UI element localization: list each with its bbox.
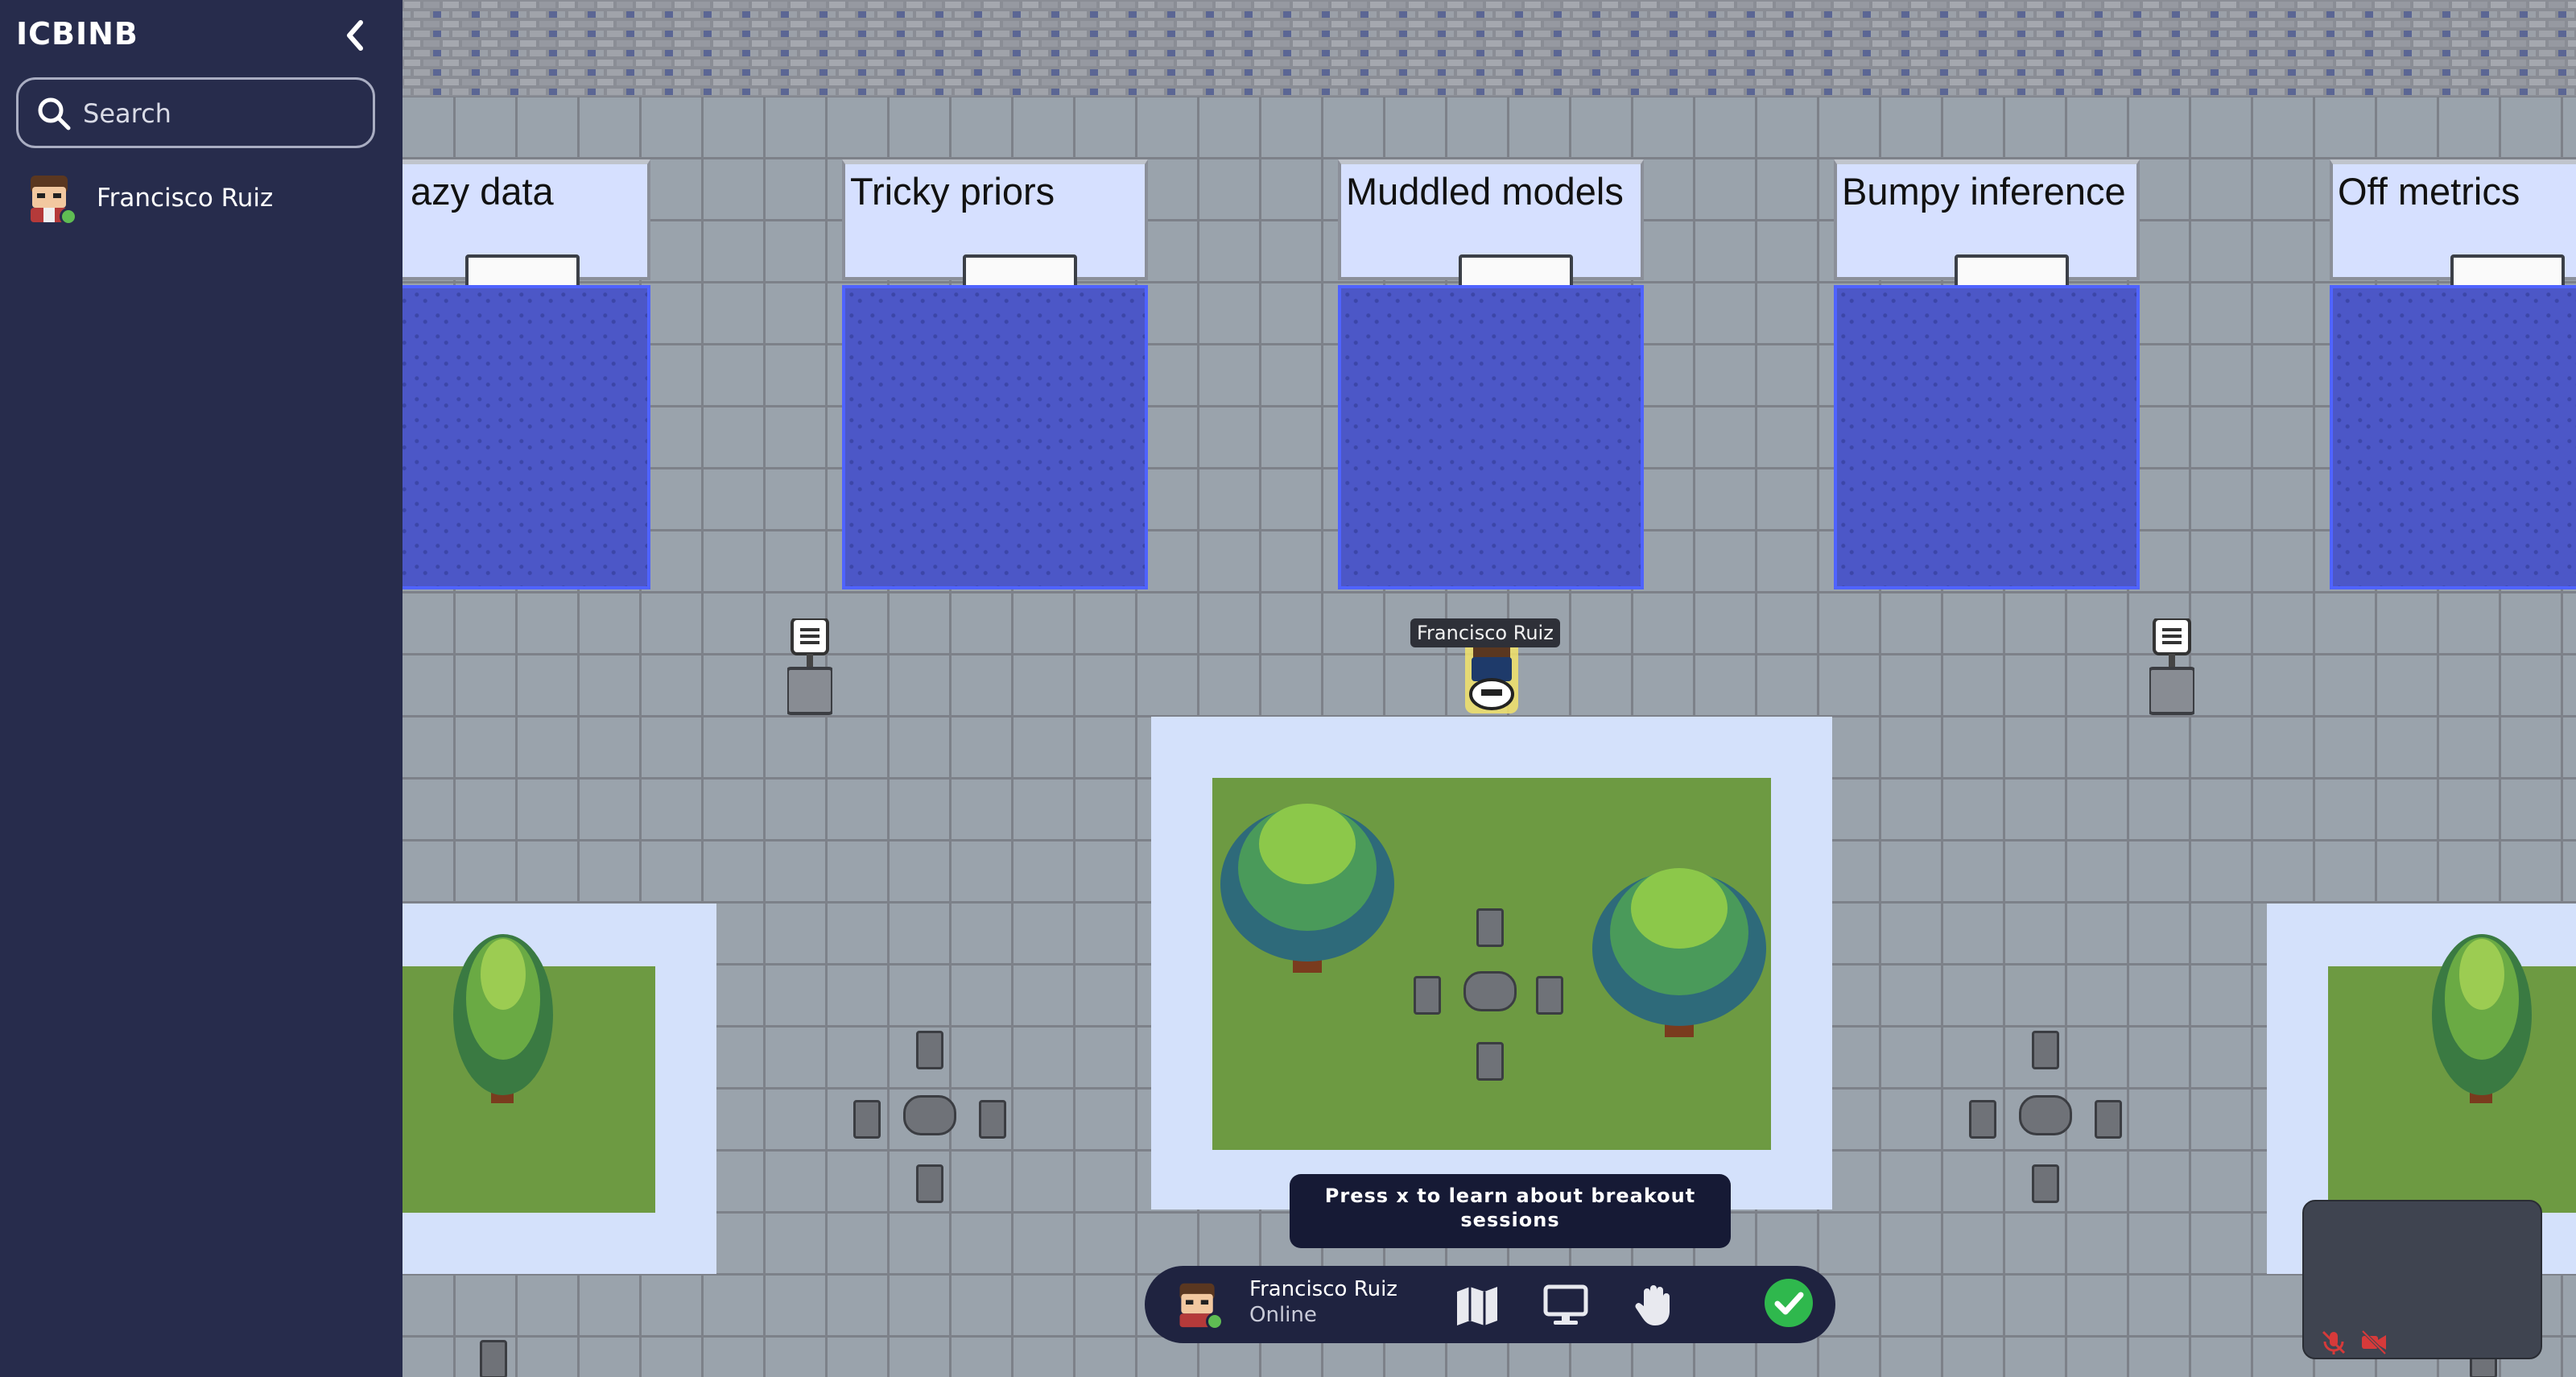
space-title: ICBINB xyxy=(16,16,138,52)
table-icon xyxy=(903,1095,956,1135)
booth-carpet xyxy=(2330,285,2576,589)
map-button[interactable] xyxy=(1454,1282,1501,1329)
chair-icon[interactable] xyxy=(1476,908,1504,947)
booth-label: Muddled models xyxy=(1346,170,1624,213)
sidebar: ICBINB Search Francisco Ruiz xyxy=(0,0,402,1377)
booth-carpet xyxy=(1338,285,1644,589)
game-map[interactable]: azy data Tricky priors Muddled models Bu… xyxy=(402,0,2576,1377)
hand-icon xyxy=(1635,1285,1670,1325)
search-icon xyxy=(38,97,71,130)
self-video-tile[interactable] xyxy=(2302,1200,2542,1359)
chair-icon[interactable] xyxy=(853,1100,881,1139)
booth-label: azy data xyxy=(411,170,554,213)
chair-icon[interactable] xyxy=(2032,1031,2059,1069)
online-status-dot xyxy=(1206,1313,1224,1330)
tree-icon xyxy=(2432,934,2532,1103)
chair-icon[interactable] xyxy=(1536,976,1563,1015)
online-status-dot xyxy=(60,208,77,225)
chair-icon[interactable] xyxy=(2032,1164,2059,1203)
brick-wall xyxy=(402,0,2576,97)
brick-wall-pattern xyxy=(402,0,2576,97)
tree-icon xyxy=(453,934,553,1103)
avatar xyxy=(24,172,77,225)
sidebar-user-name: Francisco Ruiz xyxy=(97,184,274,213)
checkmark-icon xyxy=(1774,1292,1804,1315)
search-input[interactable] xyxy=(83,94,357,133)
raise-hand-button[interactable] xyxy=(1631,1282,1678,1329)
collapse-sidebar-button[interactable] xyxy=(336,16,375,55)
bottom-toolbar: Francisco Ruiz Online xyxy=(1145,1266,1835,1343)
mic-muted-icon[interactable] xyxy=(2320,1329,2347,1356)
chair-icon[interactable] xyxy=(2095,1100,2122,1139)
chevron-left-icon xyxy=(347,20,363,51)
table-icon xyxy=(1463,971,1517,1011)
booth-label: Tricky priors xyxy=(850,170,1055,213)
status-available-button[interactable] xyxy=(1765,1279,1813,1327)
booth-label: Off metrics xyxy=(2338,170,2520,213)
player-name-tag: Francisco Ruiz xyxy=(1410,618,1560,647)
chair-icon[interactable] xyxy=(1969,1100,1996,1139)
camera-off-icon[interactable] xyxy=(2360,1329,2388,1356)
booth-carpet xyxy=(1834,285,2140,589)
breakout-hint-toast: Press x to learn about breakout sessions xyxy=(1290,1174,1731,1248)
booth-label: Bumpy inference xyxy=(1842,170,2126,213)
tree-icon xyxy=(1592,868,1766,1037)
chair-icon[interactable] xyxy=(916,1031,943,1069)
monitor-icon xyxy=(1543,1284,1588,1325)
sidebar-user-francisco-ruiz[interactable]: Francisco Ruiz xyxy=(24,172,274,225)
chair-icon[interactable] xyxy=(1414,976,1441,1015)
search-box[interactable] xyxy=(16,77,375,148)
chair-icon[interactable] xyxy=(916,1164,943,1203)
app-window: ICBINB Search Francisco Ruiz azy data Tr… xyxy=(0,0,2576,1377)
chair-icon[interactable] xyxy=(480,1340,507,1377)
tree-icon xyxy=(1220,804,1394,973)
chair-icon[interactable] xyxy=(979,1100,1006,1139)
chair-icon[interactable] xyxy=(1476,1042,1504,1081)
booth-carpet xyxy=(842,285,1148,589)
screen-share-button[interactable] xyxy=(1542,1282,1589,1329)
avatar[interactable] xyxy=(1174,1280,1224,1330)
table-icon xyxy=(2019,1095,2072,1135)
info-kiosk-icon[interactable] xyxy=(786,617,834,715)
info-kiosk-icon[interactable] xyxy=(2148,617,2196,715)
booth-carpet xyxy=(402,285,650,589)
toolbar-user-status: Online xyxy=(1249,1303,1317,1327)
toolbar-user-name: Francisco Ruiz xyxy=(1249,1277,1397,1301)
map-icon xyxy=(1457,1287,1497,1325)
